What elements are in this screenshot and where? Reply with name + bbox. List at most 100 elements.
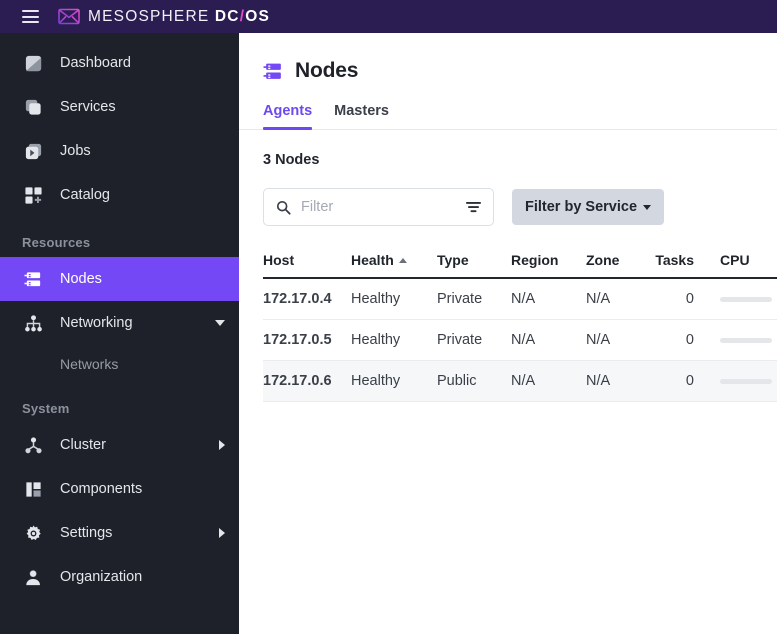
brand-dc: DC [214,7,240,25]
tab-agents[interactable]: Agents [263,103,313,130]
sidebar-item-networking[interactable]: Networking [0,301,239,345]
search-icon [276,200,291,215]
sidebar-item-catalog[interactable]: Catalog [0,173,239,217]
column-header-region[interactable]: Region [511,252,586,279]
sort-ascending-icon [398,258,407,263]
nodes-table: Host Health Type Region Zone Tasks CPU M… [263,252,777,402]
column-header-cpu[interactable]: CPU [720,252,777,279]
components-icon [22,478,44,500]
chevron-down-icon [643,204,652,210]
table-header-row: Host Health Type Region Zone Tasks CPU M… [263,252,777,279]
brand-text: MESOSPHERE DC/OS [88,8,270,26]
cell-region: N/A [511,278,586,320]
sidebar-item-nodes[interactable]: Nodes [0,257,239,301]
sidebar-label-jobs: Jobs [60,143,91,159]
column-header-health[interactable]: Health [351,252,437,279]
filter-by-service-button[interactable]: Filter by Service [512,189,665,225]
sidebar-label-services: Services [60,99,116,115]
search-box[interactable] [263,188,494,226]
main-content: Nodes Agents Masters 3 Nodes Filter Filt… [239,33,777,634]
sidebar-label-organization: Organization [60,569,143,585]
cpu-meter [720,296,772,302]
sidebar-item-settings[interactable]: Settings [0,511,239,555]
column-header-health-label: Health [351,252,394,268]
cell-cpu: 0% [720,319,777,361]
tab-masters[interactable]: Masters [334,103,389,129]
mesosphere-logo-icon [58,8,80,25]
tab-bar: Agents Masters [239,103,777,130]
sidebar-label-networking: Networking [60,315,133,331]
cell-tasks: 0 [654,278,720,320]
page-title: Nodes [295,59,359,82]
filter-by-service-label: Filter by Service [525,199,638,215]
sidebar: Dashboard Services Jobs Catalog Resource… [0,33,239,634]
cell-host[interactable]: 172.17.0.6 [263,360,351,402]
chevron-right-icon[interactable] [219,528,225,538]
table-row[interactable]: 172.17.0.5 Healthy Private N/A N/A 0 0% [263,319,777,361]
cell-type: Private [437,278,511,320]
sidebar-label-dashboard: Dashboard [60,55,131,71]
cell-cpu: 0% [720,278,777,320]
settings-gear-icon [22,522,44,544]
sidebar-item-networks[interactable]: Networks [0,345,239,383]
sidebar-item-components[interactable]: Components [0,467,239,511]
filter-toolbar: Filter by Service [263,188,777,226]
node-count-label: 3 Nodes [263,152,320,168]
hamburger-menu-icon[interactable] [22,10,39,23]
cell-host[interactable]: 172.17.0.5 [263,319,351,361]
nodes-panel: 3 Nodes Filter Filter by Service Host He… [239,130,777,634]
sidebar-section-system: System [22,401,70,416]
sidebar-item-cluster[interactable]: Cluster [0,423,239,467]
filter-lines-icon[interactable] [465,200,482,214]
dashboard-icon [22,52,44,74]
cell-tasks: 0 [654,360,720,402]
cell-host[interactable]: 172.17.0.4 [263,278,351,320]
nodes-icon [22,268,44,290]
table-body: 172.17.0.4 Healthy Private N/A N/A 0 0% [263,278,777,402]
sidebar-item-services[interactable]: Services [0,85,239,129]
cell-zone: N/A [586,278,654,320]
chevron-down-icon[interactable] [215,320,225,326]
table-row[interactable]: 172.17.0.4 Healthy Private N/A N/A 0 0% [263,278,777,320]
column-header-tasks[interactable]: Tasks [654,252,720,279]
cell-type: Private [437,319,511,361]
column-header-zone[interactable]: Zone [586,252,654,279]
cell-zone: N/A [586,319,654,361]
jobs-icon [22,140,44,162]
sidebar-label-settings: Settings [60,525,113,541]
column-header-host[interactable]: Host [263,252,351,279]
sidebar-item-jobs[interactable]: Jobs [0,129,239,173]
cell-tasks: 0 [654,319,720,361]
column-header-type[interactable]: Type [437,252,511,279]
brand[interactable]: MESOSPHERE DC/OS [58,8,270,26]
sidebar-label-catalog: Catalog [60,187,110,203]
cell-region: N/A [511,319,586,361]
app-body: Dashboard Services Jobs Catalog Resource… [0,33,777,634]
cell-health: Healthy [351,360,437,402]
networking-icon [22,312,44,334]
brand-os: OS [245,7,271,25]
sidebar-label-nodes: Nodes [60,271,102,287]
chevron-right-icon[interactable] [219,440,225,450]
page-title-row: Nodes [263,59,777,83]
organization-user-icon [22,566,44,588]
sidebar-section-resources: Resources [22,235,91,250]
sidebar-item-organization[interactable]: Organization [0,555,239,599]
table-row[interactable]: 172.17.0.6 Healthy Public N/A N/A 0 0% [263,360,777,402]
sidebar-label-networks: Networks [60,356,119,372]
catalog-icon [22,184,44,206]
cell-health: Healthy [351,319,437,361]
nodes-rack-icon [263,63,281,79]
sidebar-label-components: Components [60,481,143,497]
cell-health: Healthy [351,278,437,320]
cell-region: N/A [511,360,586,402]
cell-zone: N/A [586,360,654,402]
cell-cpu: 0% [720,360,777,402]
cluster-icon [22,434,44,456]
page-header: Nodes [239,33,777,83]
services-icon [22,96,44,118]
search-input[interactable] [301,199,457,215]
top-bar: MESOSPHERE DC/OS [0,0,777,33]
sidebar-item-dashboard[interactable]: Dashboard [0,41,239,85]
table-head: Host Health Type Region Zone Tasks CPU M… [263,252,777,279]
